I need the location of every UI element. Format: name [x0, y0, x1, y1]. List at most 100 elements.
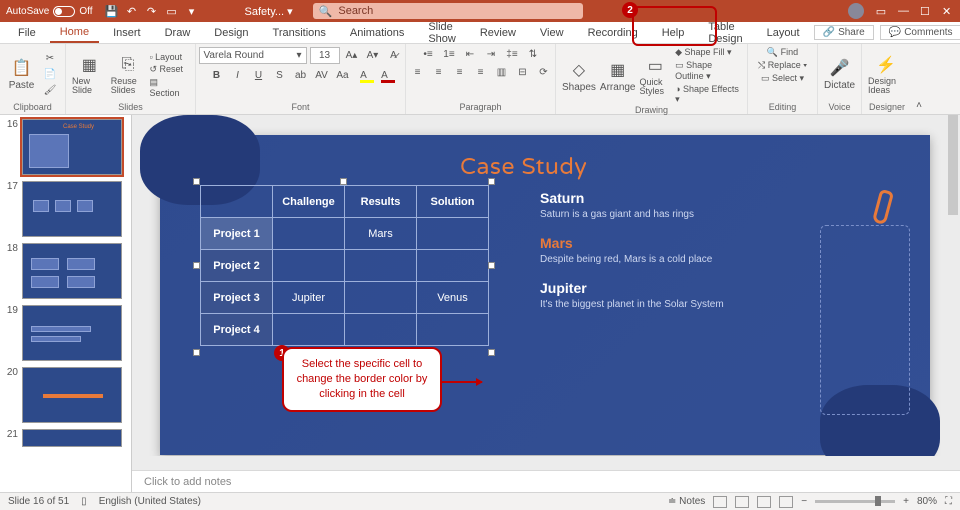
- close-icon[interactable]: ✕: [942, 5, 954, 17]
- slide-layout-button[interactable]: ▫ Layout: [149, 52, 189, 62]
- slide-thumbnail-16[interactable]: Case Study: [22, 119, 122, 175]
- shape-effects-button[interactable]: ◑ Shape Effects ▾: [675, 84, 741, 105]
- view-reading-icon[interactable]: [757, 496, 771, 508]
- mars-text[interactable]: Despite being red, Mars is a cold place: [540, 253, 750, 266]
- line-spacing-icon[interactable]: ‡≡: [503, 47, 521, 61]
- indent-less-icon[interactable]: ⇤: [461, 47, 479, 61]
- tab-recording[interactable]: Recording: [578, 24, 648, 42]
- tab-layout[interactable]: Layout: [757, 24, 810, 42]
- slide-thumbnail-20[interactable]: [22, 367, 122, 423]
- zoom-knob[interactable]: [875, 496, 881, 506]
- vscroll-thumb[interactable]: [948, 115, 958, 215]
- view-normal-icon[interactable]: [713, 496, 727, 508]
- horizontal-scrollbar[interactable]: [132, 456, 946, 470]
- minimize-icon[interactable]: —: [898, 5, 910, 17]
- table-selection-handles[interactable]: [197, 182, 491, 352]
- tab-design[interactable]: Design: [204, 24, 258, 42]
- align-left-icon[interactable]: ≡: [409, 65, 427, 79]
- tab-home[interactable]: Home: [50, 23, 99, 43]
- notes-pane[interactable]: Click to add notes: [132, 470, 960, 492]
- slide-thumbnail-panel[interactable]: 16Case Study 17 18 19 20 21: [0, 115, 132, 492]
- design-ideas-button[interactable]: ⚡Design Ideas: [868, 55, 904, 95]
- smartart-icon[interactable]: ⟳: [535, 65, 553, 79]
- font-color-button[interactable]: A: [376, 68, 394, 82]
- shape-outline-button[interactable]: ▭ Shape Outline ▾: [675, 60, 741, 82]
- slide-thumbnail-17[interactable]: [22, 181, 122, 237]
- columns-icon[interactable]: ▥: [493, 65, 511, 79]
- shrink-font-icon[interactable]: A▾: [364, 49, 382, 63]
- saturn-text[interactable]: Saturn is a gas giant and has rings: [540, 208, 750, 221]
- document-name[interactable]: Safety... ▾: [245, 5, 293, 18]
- fit-window-icon[interactable]: ⛶: [945, 496, 952, 507]
- view-sorter-icon[interactable]: [735, 496, 749, 508]
- quick-styles-button[interactable]: ▭Quick Styles: [640, 56, 672, 96]
- case-button[interactable]: Aa: [334, 68, 352, 82]
- jupiter-text[interactable]: It's the biggest planet in the Solar Sys…: [540, 298, 750, 311]
- ribbon-display-icon[interactable]: ▭: [874, 4, 888, 18]
- dictate-button[interactable]: 🎤Dictate: [824, 58, 855, 91]
- new-slide-button[interactable]: ▦ New Slide: [72, 55, 107, 95]
- tab-animations[interactable]: Animations: [340, 24, 414, 42]
- grow-font-icon[interactable]: A▴: [343, 49, 361, 63]
- save-icon[interactable]: 💾: [105, 4, 119, 18]
- strike-button[interactable]: S: [271, 68, 289, 82]
- justify-icon[interactable]: ≡: [472, 65, 490, 79]
- tab-table-design[interactable]: Table Design: [698, 18, 752, 48]
- saturn-heading[interactable]: Saturn: [540, 190, 750, 206]
- spacing-button[interactable]: AV: [313, 68, 331, 82]
- accessibility-icon[interactable]: ▯: [81, 496, 87, 507]
- reuse-slides-button[interactable]: ⎘ Reuse Slides: [111, 55, 146, 95]
- cut-icon[interactable]: ✂: [41, 52, 59, 66]
- find-button[interactable]: 🔍 Find: [767, 47, 798, 58]
- number-icon[interactable]: 1≡: [440, 47, 458, 61]
- bold-button[interactable]: B: [208, 68, 226, 82]
- arrange-button[interactable]: ▦Arrange: [600, 60, 636, 93]
- view-slideshow-icon[interactable]: [779, 496, 793, 508]
- tab-slideshow[interactable]: Slide Show: [418, 18, 466, 48]
- zoom-slider[interactable]: [815, 500, 895, 503]
- status-language[interactable]: English (United States): [99, 496, 201, 507]
- autosave-toggle[interactable]: AutoSave Off: [6, 6, 93, 17]
- tab-file[interactable]: File: [8, 24, 46, 42]
- qat-more-icon[interactable]: ▾: [185, 4, 199, 18]
- slide-reset-button[interactable]: ↺ Reset: [149, 64, 189, 75]
- align-right-icon[interactable]: ≡: [451, 65, 469, 79]
- tab-transitions[interactable]: Transitions: [263, 24, 336, 42]
- zoom-value[interactable]: 80%: [917, 496, 937, 507]
- maximize-icon[interactable]: ☐: [920, 5, 932, 17]
- highlight-button[interactable]: A: [355, 68, 373, 82]
- slide-section-button[interactable]: ▤ Section: [149, 77, 189, 98]
- tab-draw[interactable]: Draw: [155, 24, 201, 42]
- mars-heading[interactable]: Mars: [540, 235, 750, 251]
- vertical-scrollbar[interactable]: [946, 115, 960, 470]
- zoom-out-icon[interactable]: −: [801, 496, 807, 507]
- tab-insert[interactable]: Insert: [103, 24, 151, 42]
- slide-title[interactable]: Case Study: [460, 153, 587, 181]
- align-text-icon[interactable]: ⊟: [514, 65, 532, 79]
- user-avatar[interactable]: [848, 3, 864, 19]
- copy-icon[interactable]: 📄: [41, 68, 59, 82]
- text-direction-icon[interactable]: ⇅: [524, 47, 542, 61]
- paste-button[interactable]: 📋 Paste: [6, 58, 37, 91]
- undo-icon[interactable]: ↶: [125, 4, 139, 18]
- jupiter-heading[interactable]: Jupiter: [540, 280, 750, 296]
- status-slide-info[interactable]: Slide 16 of 51: [8, 496, 69, 507]
- start-show-icon[interactable]: ▭: [165, 4, 179, 18]
- format-painter-icon[interactable]: 🖌: [41, 84, 59, 98]
- indent-more-icon[interactable]: ⇥: [482, 47, 500, 61]
- shadow-button[interactable]: ab: [292, 68, 310, 82]
- italic-button[interactable]: I: [229, 68, 247, 82]
- select-button[interactable]: ▭ Select ▾: [761, 73, 804, 84]
- replace-button[interactable]: ⤭ Replace ▾: [758, 60, 807, 71]
- shapes-button[interactable]: ◇Shapes: [562, 60, 596, 93]
- underline-button[interactable]: U: [250, 68, 268, 82]
- tab-view[interactable]: View: [530, 24, 574, 42]
- slide-thumbnail-19[interactable]: [22, 305, 122, 361]
- font-family-select[interactable]: Varela Round▾: [199, 47, 307, 64]
- share-button[interactable]: 🔗Share: [814, 25, 874, 40]
- comments-button[interactable]: 💬Comments: [880, 25, 960, 40]
- font-size-select[interactable]: 13: [310, 47, 340, 64]
- notes-toggle[interactable]: ≐ Notes: [668, 496, 705, 507]
- collapse-ribbon-icon[interactable]: ˄: [912, 44, 926, 114]
- clear-format-icon[interactable]: A̷: [385, 49, 403, 63]
